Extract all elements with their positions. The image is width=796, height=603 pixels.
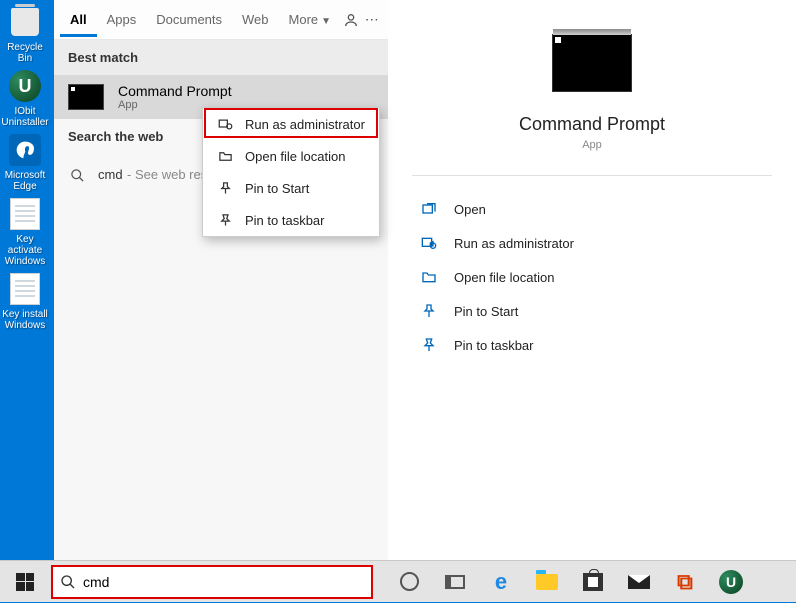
- taskbar-store[interactable]: [570, 561, 616, 603]
- command-prompt-large-icon: [552, 34, 632, 92]
- desktop-icon-label: Recycle Bin: [0, 42, 50, 64]
- context-item-open-file-location[interactable]: Open file location: [203, 140, 379, 172]
- cortana-icon: [400, 572, 419, 591]
- desktop-icon-iobit[interactable]: U IObit Uninstaller: [0, 68, 50, 128]
- taskbar-file-explorer[interactable]: [524, 561, 570, 603]
- search-box[interactable]: [52, 566, 372, 598]
- folder-icon: [536, 574, 558, 590]
- start-button[interactable]: [0, 561, 50, 603]
- windows-logo-icon: [16, 573, 34, 591]
- ellipsis-icon[interactable]: ⋯: [362, 11, 382, 28]
- taskbar-cortana[interactable]: [386, 561, 432, 603]
- detail-subtitle: App: [582, 139, 602, 151]
- context-menu: Run as administrator Open file location …: [202, 107, 380, 237]
- taskbar-task-view[interactable]: [432, 561, 478, 603]
- tab-documents[interactable]: Documents: [146, 2, 232, 37]
- search-icon: [68, 166, 86, 184]
- search-tabs: All Apps Documents Web More▼ ⋯: [54, 0, 388, 40]
- taskbar-iobit[interactable]: U: [708, 561, 754, 603]
- desktop-icon-edge[interactable]: Microsoft Edge: [0, 132, 50, 192]
- desktop-icon-recycle-bin[interactable]: Recycle Bin: [0, 4, 50, 64]
- command-prompt-icon: [68, 84, 104, 110]
- iobit-icon: U: [9, 70, 41, 102]
- detail-action-open-file-location[interactable]: Open file location: [412, 260, 772, 294]
- desktop-icon-key-activate[interactable]: Key activate Windows: [0, 196, 50, 267]
- best-match-title: Command Prompt: [118, 83, 232, 99]
- divider: [412, 175, 772, 176]
- task-view-icon: [445, 575, 465, 589]
- detail-actions: Open Run as administrator Open file loca…: [412, 192, 772, 362]
- desktop-icon-label: Key install Windows: [0, 309, 50, 331]
- admin-icon: [418, 234, 440, 252]
- store-icon: [583, 573, 603, 591]
- folder-icon: [418, 268, 440, 286]
- search-left-column: All Apps Documents Web More▼ ⋯ Best matc…: [54, 0, 388, 560]
- notepad-icon: [10, 198, 40, 230]
- edge-icon: [9, 134, 41, 166]
- taskbar-edge[interactable]: e: [478, 561, 524, 603]
- recycle-bin-icon: [11, 8, 39, 36]
- tab-all[interactable]: All: [60, 2, 97, 37]
- desktop: Recycle Bin U IObit Uninstaller Microsof…: [0, 0, 54, 560]
- admin-icon: [215, 116, 235, 132]
- detail-action-pin-to-taskbar[interactable]: Pin to taskbar: [412, 328, 772, 362]
- folder-icon: [215, 148, 235, 164]
- search-icon: [53, 574, 83, 590]
- detail-action-pin-to-start[interactable]: Pin to Start: [412, 294, 772, 328]
- detail-action-open[interactable]: Open: [412, 192, 772, 226]
- taskbar: e ⧉ U: [0, 560, 796, 602]
- search-panel: All Apps Documents Web More▼ ⋯ Best matc…: [54, 0, 796, 560]
- context-item-pin-to-start[interactable]: Pin to Start: [203, 172, 379, 204]
- notepad-icon: [10, 273, 40, 305]
- detail-pane: Command Prompt App Open Run as administr…: [388, 0, 796, 560]
- office-icon: ⧉: [677, 569, 693, 595]
- web-search-query: cmd: [98, 167, 123, 182]
- taskbar-mail[interactable]: [616, 561, 662, 603]
- desktop-icon-label: IObit Uninstaller: [0, 106, 50, 128]
- account-icon[interactable]: [341, 12, 361, 28]
- desktop-icon-key-install[interactable]: Key install Windows: [0, 271, 50, 331]
- chevron-down-icon: ▼: [321, 16, 331, 27]
- pin-start-icon: [215, 180, 235, 196]
- tab-apps[interactable]: Apps: [97, 2, 147, 37]
- pin-taskbar-icon: [418, 336, 440, 354]
- edge-icon: e: [495, 569, 507, 595]
- tab-web[interactable]: Web: [232, 2, 279, 37]
- context-item-run-as-administrator[interactable]: Run as administrator: [203, 108, 379, 140]
- tab-more[interactable]: More▼: [279, 2, 342, 37]
- desktop-icon-label: Microsoft Edge: [0, 170, 50, 192]
- detail-title: Command Prompt: [519, 114, 665, 135]
- desktop-icon-label: Key activate Windows: [0, 234, 50, 267]
- iobit-icon: U: [719, 570, 743, 594]
- taskbar-office[interactable]: ⧉: [662, 561, 708, 603]
- detail-action-run-as-administrator[interactable]: Run as administrator: [412, 226, 772, 260]
- open-icon: [418, 200, 440, 218]
- mail-icon: [628, 575, 650, 589]
- best-match-header: Best match: [54, 40, 388, 75]
- search-input[interactable]: [83, 574, 371, 590]
- pin-start-icon: [418, 302, 440, 320]
- pin-taskbar-icon: [215, 212, 235, 228]
- context-item-pin-to-taskbar[interactable]: Pin to taskbar: [203, 204, 379, 236]
